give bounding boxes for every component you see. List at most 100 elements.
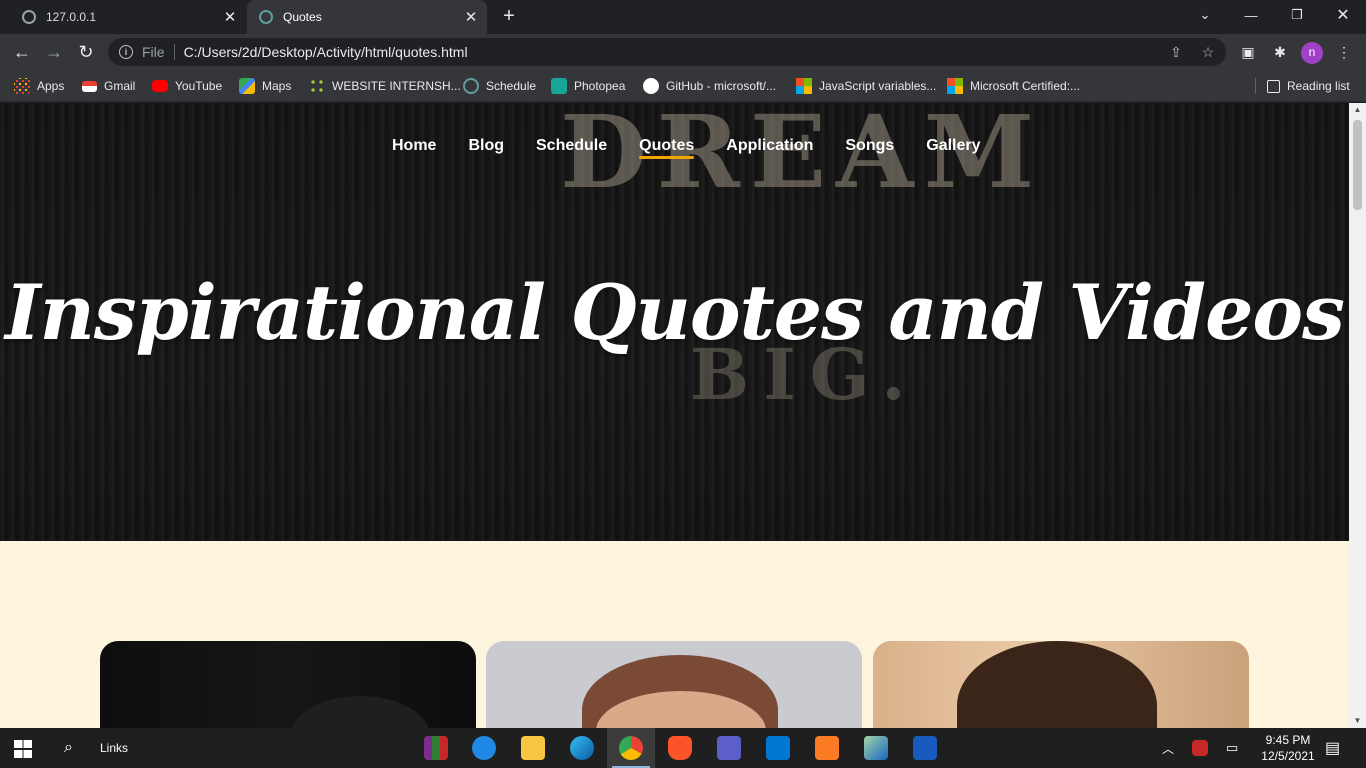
address-url[interactable]: C:/Users/2d/Desktop/Activity/html/quotes…	[184, 44, 468, 60]
bookmark-label: Gmail	[104, 79, 136, 93]
close-tab-icon[interactable]: ✕	[220, 7, 240, 27]
new-tab-button[interactable]: +	[498, 6, 520, 28]
nav-songs[interactable]: Songs	[845, 137, 894, 159]
vscode-icon[interactable]	[766, 736, 790, 760]
acrobat-icon[interactable]	[1192, 740, 1208, 756]
reading-list-button[interactable]: Reading list	[1267, 76, 1350, 96]
browser-toolbar: ← → ↻ i File C:/Users/2d/Desktop/Activit…	[0, 34, 1366, 70]
apps-grid-icon	[14, 78, 30, 94]
bookmark-youtube[interactable]: YouTube	[152, 76, 222, 96]
bookmark-maps[interactable]: Maps	[239, 76, 291, 96]
windows-start-icon[interactable]	[14, 740, 32, 758]
nav-gallery[interactable]: Gallery	[926, 137, 980, 159]
site-nav: Home Blog Schedule Quotes Application So…	[392, 137, 981, 159]
page-title: Inspirational Quotes and Videos	[5, 268, 1345, 357]
word-icon[interactable]	[913, 736, 937, 760]
nav-home[interactable]: Home	[392, 137, 436, 159]
nav-blog[interactable]: Blog	[468, 137, 504, 159]
taskbar-search-label[interactable]: Links	[100, 728, 128, 768]
bookmark-javascript-variables[interactable]: JavaScript variables...	[796, 76, 936, 96]
bookmark-website-internship[interactable]: WEBSITE INTERNSH...	[309, 76, 461, 96]
scroll-down-icon[interactable]: ▼	[1349, 714, 1366, 728]
bookmark-label: Microsoft Certified:...	[970, 79, 1081, 93]
browser-tab[interactable]: 127.0.0.1 ✕	[0, 0, 246, 34]
bookmark-apps[interactable]: Apps	[14, 76, 64, 96]
maps-icon	[239, 78, 255, 94]
share-icon[interactable]: ⇪	[1168, 44, 1184, 60]
minimize-button[interactable]: —	[1228, 0, 1274, 30]
teams-icon[interactable]	[717, 736, 741, 760]
quote-card[interactable]	[873, 641, 1249, 728]
quote-card-image	[290, 696, 430, 728]
edge-icon[interactable]	[570, 736, 594, 760]
tab-title: Quotes	[283, 10, 322, 24]
extensions-icon[interactable]: ✱	[1270, 42, 1290, 62]
tab-search-icon[interactable]: ⌄	[1182, 0, 1228, 30]
photopea-icon	[551, 78, 567, 94]
bookmark-star-icon[interactable]: ☆	[1200, 44, 1216, 60]
chrome-icon	[619, 736, 643, 760]
search-icon[interactable]: ⌕	[64, 728, 73, 768]
forward-button[interactable]: →	[42, 40, 66, 64]
address-bar[interactable]: i File C:/Users/2d/Desktop/Activity/html…	[108, 38, 1226, 66]
brave-icon[interactable]	[668, 736, 692, 760]
nav-quotes[interactable]: Quotes	[639, 137, 695, 159]
bookmark-label: GitHub - microsoft/...	[666, 79, 777, 93]
scroll-up-icon[interactable]: ▲	[1349, 103, 1366, 117]
globe-icon	[22, 10, 36, 24]
sync-app-icon[interactable]	[472, 736, 496, 760]
microsoft-icon	[796, 78, 812, 94]
bookmarks-separator	[1255, 78, 1256, 94]
bookmark-label: Maps	[262, 79, 292, 93]
clock-date: 12/5/2021	[1261, 749, 1315, 763]
hero-banner: DREAM BIG. Home Blog Schedule Quotes App…	[0, 103, 1349, 541]
page-scrollbar[interactable]: ▲ ▼	[1349, 103, 1366, 728]
chrome-taskbar-active[interactable]	[607, 728, 655, 768]
nav-schedule[interactable]: Schedule	[536, 137, 607, 159]
quote-card-image	[957, 641, 1157, 728]
meet-now-icon[interactable]: ▭	[1226, 728, 1238, 768]
system-clock[interactable]: 9:45 PM 12/5/2021	[1256, 728, 1320, 768]
close-tab-icon[interactable]: ✕	[461, 7, 481, 27]
menu-kebab-icon[interactable]: ⋮	[1334, 42, 1354, 62]
bookmark-gmail[interactable]: Gmail	[82, 76, 135, 96]
quote-card[interactable]	[486, 641, 862, 728]
side-panel-icon[interactable]: ▣	[1238, 42, 1258, 62]
bookmark-label: Apps	[37, 79, 65, 93]
nav-application[interactable]: Application	[726, 137, 813, 159]
bookmarks-bar: Apps Gmail YouTube Maps WEBSITE INTERNSH…	[0, 70, 1366, 102]
winrar-icon[interactable]	[424, 736, 448, 760]
gmail-icon	[82, 80, 97, 92]
address-separator	[173, 44, 175, 60]
scroll-thumb[interactable]	[1353, 120, 1362, 210]
tab-title: 127.0.0.1	[46, 10, 97, 24]
web-page: DREAM BIG. Home Blog Schedule Quotes App…	[0, 103, 1349, 728]
file-explorer-icon[interactable]	[521, 736, 545, 760]
site-info-icon[interactable]: i	[119, 45, 133, 59]
microsoft-icon	[947, 78, 963, 94]
bookmark-label: JavaScript variables...	[819, 79, 937, 93]
xampp-icon[interactable]	[815, 736, 839, 760]
close-window-button[interactable]: ✕	[1320, 0, 1366, 30]
tray-overflow-icon[interactable]: ︿	[1162, 728, 1174, 768]
back-button[interactable]: ←	[10, 40, 34, 64]
notifications-icon[interactable]: ▤	[1325, 728, 1340, 768]
globe-icon	[259, 10, 273, 24]
bookmark-photopea[interactable]: Photopea	[551, 76, 625, 96]
bookmark-icon	[309, 78, 325, 94]
bookmark-microsoft-certified[interactable]: Microsoft Certified:...	[947, 76, 1080, 96]
profile-avatar[interactable]: n	[1301, 42, 1323, 64]
bookmark-github[interactable]: GitHub - microsoft/...	[643, 76, 776, 96]
bookmark-schedule[interactable]: Schedule	[463, 76, 536, 96]
address-scheme: File	[142, 44, 165, 60]
quote-card[interactable]	[100, 641, 476, 728]
virtualbox-icon[interactable]	[864, 736, 888, 760]
bookmark-label: Schedule	[486, 79, 537, 93]
bookmark-label: Photopea	[574, 79, 626, 93]
reload-button[interactable]: ↻	[74, 40, 98, 64]
bookmark-label: YouTube	[175, 79, 223, 93]
browser-tab-active[interactable]: Quotes ✕	[247, 0, 487, 34]
reading-list-icon	[1267, 79, 1280, 93]
bookmark-label: WEBSITE INTERNSH...	[332, 79, 461, 93]
restore-button[interactable]: ❐	[1274, 0, 1320, 30]
